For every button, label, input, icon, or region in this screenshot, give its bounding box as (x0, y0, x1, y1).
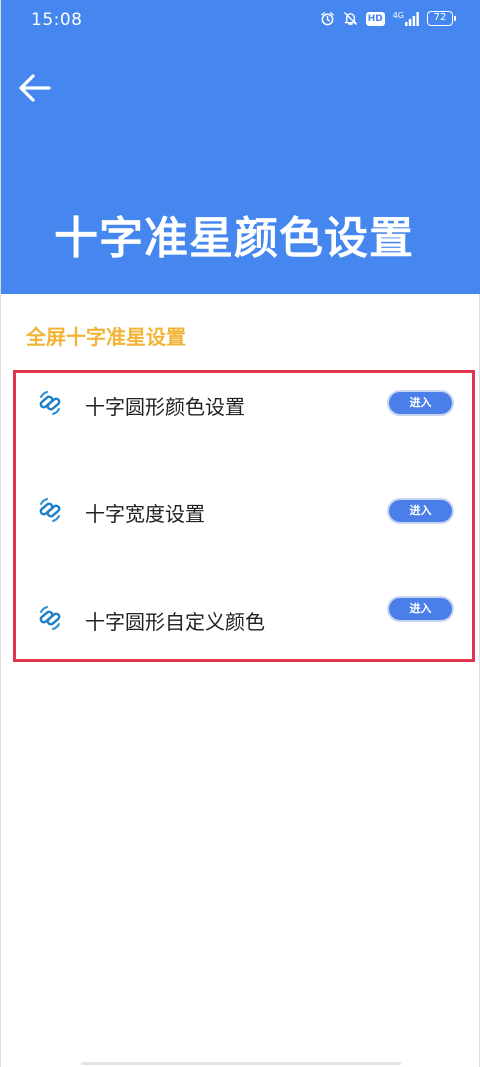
status-time: 15:08 (31, 10, 83, 30)
settings-row-custom-color[interactable]: 十字圆形自定义颜色 进入 (1, 589, 480, 649)
settings-row-label: 十字宽度设置 (85, 502, 205, 526)
back-button[interactable] (17, 70, 57, 106)
link-icon (39, 498, 61, 522)
battery-level: 72 (433, 12, 447, 23)
arrow-left-icon (19, 74, 51, 102)
signal-icon: 4G (392, 10, 419, 26)
status-bar: 15:08 HD 4G 72 (1, 0, 480, 40)
mute-bell-icon (343, 12, 357, 25)
settings-row-width[interactable]: 十字宽度设置 进入 (1, 481, 480, 541)
alarm-icon (320, 12, 334, 26)
header: 15:08 HD 4G 72 十字准星颜色设置 (1, 0, 480, 294)
enter-button[interactable]: 进入 (387, 390, 454, 416)
settings-row-label: 十字圆形颜色设置 (85, 395, 245, 419)
gesture-bar[interactable] (81, 1062, 401, 1065)
settings-row-circle-color[interactable]: 十字圆形颜色设置 进入 (1, 374, 480, 434)
link-icon (39, 606, 61, 630)
link-icon (39, 391, 61, 415)
status-icons: HD 4G 72 (320, 10, 456, 26)
hd-icon: HD (365, 11, 385, 26)
enter-button[interactable]: 进入 (387, 596, 454, 622)
battery-icon: 72 (427, 11, 456, 26)
section-title: 全屏十字准星设置 (26, 325, 186, 349)
enter-button[interactable]: 进入 (387, 498, 454, 524)
settings-row-label: 十字圆形自定义颜色 (85, 610, 265, 634)
page-title: 十字准星颜色设置 (54, 213, 414, 264)
network-label: 4G (392, 10, 404, 20)
